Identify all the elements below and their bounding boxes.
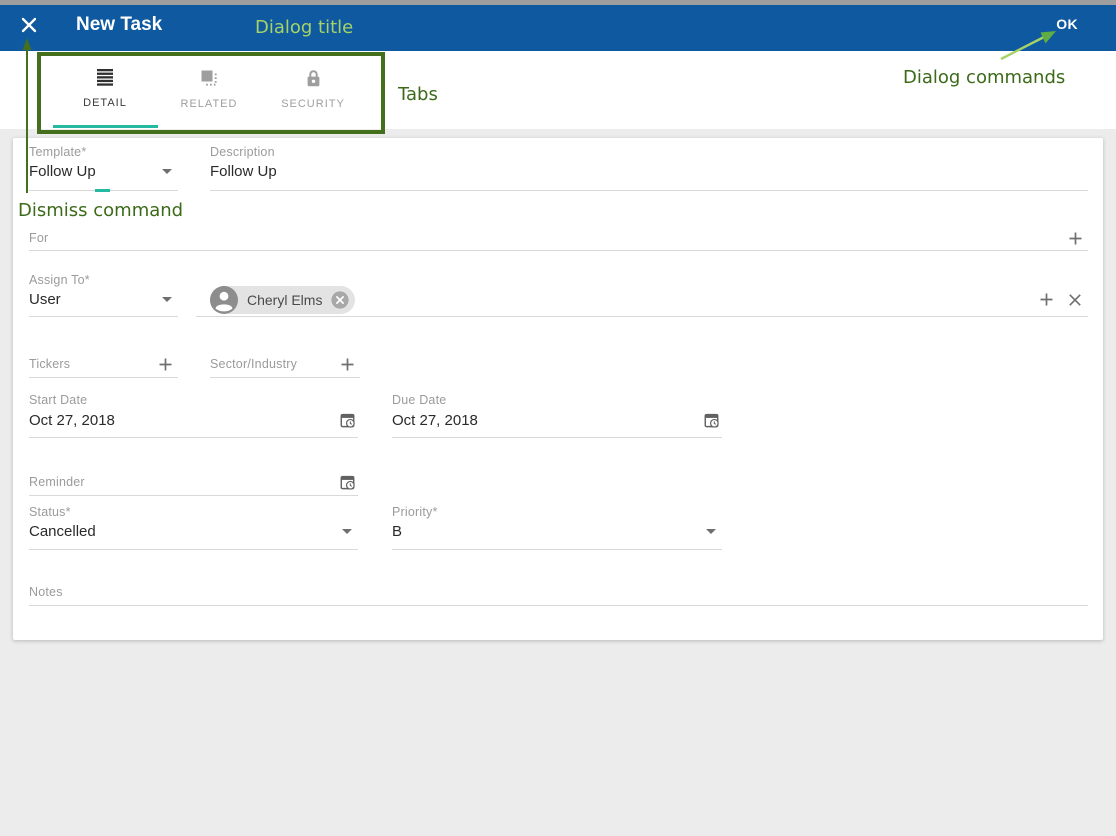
assignee-chip-name: Cheryl Elms — [238, 292, 331, 308]
annotation-dismiss-command: Dismiss command — [18, 200, 183, 221]
chevron-down-icon[interactable] — [162, 297, 172, 302]
add-icon[interactable] — [1039, 292, 1054, 307]
template-focus-indicator — [95, 189, 110, 192]
sector-industry-field[interactable]: Sector/Industry — [210, 351, 360, 378]
chip-remove-icon[interactable] — [331, 291, 349, 309]
priority-label: Priority* — [392, 505, 722, 519]
start-date-field[interactable]: Start Date Oct 27, 2018 — [29, 393, 358, 438]
assign-to-chip-row[interactable]: Cheryl Elms — [196, 283, 1088, 317]
description-label: Description — [210, 145, 1088, 159]
template-field[interactable]: Template* Follow Up — [29, 145, 178, 191]
start-date-value: Oct 27, 2018 — [29, 412, 115, 429]
notes-label: Notes — [29, 585, 63, 599]
sector-industry-label: Sector/Industry — [210, 357, 297, 371]
annotation-dialog-commands: Dialog commands — [903, 67, 1065, 88]
notes-field[interactable]: Notes — [29, 583, 1088, 606]
due-date-label: Due Date — [392, 393, 722, 407]
annotation-dialog-title: Dialog title — [255, 17, 353, 38]
dialog-header: New Task OK — [0, 5, 1116, 51]
for-field[interactable]: For — [29, 226, 1088, 251]
chevron-down-icon[interactable] — [162, 169, 172, 174]
due-date-field[interactable]: Due Date Oct 27, 2018 — [392, 393, 722, 438]
avatar — [210, 286, 238, 314]
calendar-icon[interactable] — [339, 473, 356, 491]
dialog-title: New Task — [76, 14, 162, 36]
active-tab-indicator — [53, 125, 158, 128]
close-icon[interactable] — [19, 15, 39, 35]
ok-button[interactable]: OK — [1056, 16, 1078, 32]
tab-detail[interactable]: DETAIL — [53, 51, 157, 129]
add-icon[interactable] — [1068, 231, 1083, 246]
security-tab-icon — [305, 69, 322, 92]
assign-to-label: Assign To* — [29, 273, 178, 287]
due-date-value: Oct 27, 2018 — [392, 412, 478, 429]
add-icon[interactable] — [158, 357, 173, 372]
calendar-icon[interactable] — [703, 411, 720, 429]
template-label: Template* — [29, 145, 178, 159]
chevron-down-icon[interactable] — [706, 529, 716, 534]
reminder-field[interactable]: Reminder — [29, 469, 358, 496]
tickers-label: Tickers — [29, 357, 70, 371]
chevron-down-icon[interactable] — [342, 529, 352, 534]
description-field[interactable]: Description Follow Up — [210, 145, 1088, 191]
status-value: Cancelled — [29, 523, 96, 540]
priority-value: B — [392, 523, 402, 540]
assignee-chip[interactable]: Cheryl Elms — [210, 286, 355, 314]
tab-security-label: SECURITY — [281, 98, 345, 110]
tab-bar: DETAIL RELATED SECURITY — [0, 51, 1116, 129]
calendar-icon[interactable] — [339, 411, 356, 429]
related-tab-icon — [200, 69, 218, 92]
tab-related[interactable]: RELATED — [157, 51, 261, 129]
reminder-label: Reminder — [29, 475, 85, 489]
tickers-field[interactable]: Tickers — [29, 351, 178, 378]
description-value: Follow Up — [210, 163, 277, 180]
template-value: Follow Up — [29, 163, 96, 180]
priority-field[interactable]: Priority* B — [392, 505, 722, 550]
detail-tab-icon — [94, 69, 116, 91]
start-date-label: Start Date — [29, 393, 358, 407]
annotation-tabs: Tabs — [398, 84, 438, 105]
tab-security[interactable]: SECURITY — [261, 51, 365, 129]
assign-to-field[interactable]: Assign To* User — [29, 273, 178, 317]
assign-to-value: User — [29, 291, 61, 308]
tab-related-label: RELATED — [181, 98, 238, 110]
tab-detail-label: DETAIL — [83, 97, 127, 109]
status-field[interactable]: Status* Cancelled — [29, 505, 358, 550]
status-label: Status* — [29, 505, 358, 519]
for-label: For — [29, 231, 48, 245]
clear-icon[interactable] — [1068, 293, 1082, 307]
add-icon[interactable] — [340, 357, 355, 372]
